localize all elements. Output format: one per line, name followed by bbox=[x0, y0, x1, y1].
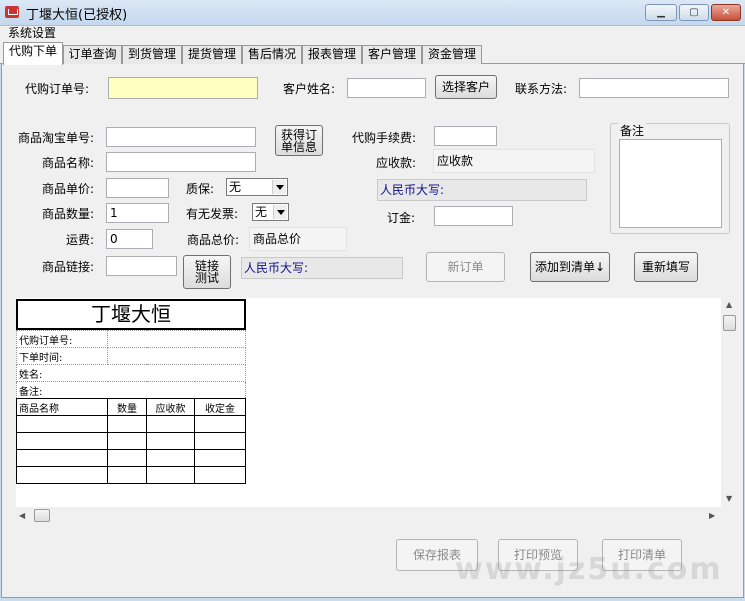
taobao-no-label: 商品淘宝单号: bbox=[18, 131, 95, 145]
get-order-info-label-1: 获得订 bbox=[280, 127, 317, 142]
select-customer-button[interactable]: 选择客户 bbox=[435, 75, 497, 99]
receipt-order-time: 下单时间: bbox=[16, 347, 108, 365]
warranty-value: 无 bbox=[229, 180, 242, 194]
scroll-down-icon[interactable]: ▼ bbox=[726, 494, 732, 503]
tab-order-query[interactable]: 订单查询 bbox=[63, 45, 122, 64]
maximize-button[interactable]: ▢ bbox=[679, 4, 709, 21]
receipt-col-product: 商品名称 bbox=[16, 398, 108, 416]
shipping-label: 运费: bbox=[66, 233, 95, 247]
order-entry-panel: 代购订单号: 客户姓名: 选择客户 联系方法: 商品淘宝单号: 获得订 单信息 … bbox=[1, 64, 744, 598]
add-to-list-button[interactable]: 添加到清单↓ bbox=[530, 252, 610, 282]
get-order-info-label-2: 单信息 bbox=[280, 139, 317, 154]
scroll-up-icon[interactable]: ▲ bbox=[726, 300, 732, 309]
unit-price-input[interactable] bbox=[106, 178, 169, 198]
quantity-label: 商品数量: bbox=[42, 207, 95, 221]
quantity-input[interactable]: 1 bbox=[106, 203, 169, 223]
table-row bbox=[16, 449, 246, 467]
service-fee-label: 代购手续费: bbox=[352, 131, 417, 145]
deposit-label: 订金: bbox=[387, 211, 416, 225]
vertical-scroll-thumb[interactable] bbox=[723, 315, 736, 331]
tab-strip: 代购下单 订单查询 到货管理 提货管理 售后情况 报表管理 客户管理 资金管理 bbox=[0, 42, 745, 65]
customer-name-label: 客户姓名: bbox=[283, 82, 336, 96]
total-price-field: 商品总价 bbox=[249, 227, 347, 251]
scroll-right-icon[interactable]: ▶ bbox=[709, 511, 715, 520]
tab-order-entry[interactable]: 代购下单 bbox=[3, 42, 63, 65]
warranty-label: 质保: bbox=[186, 182, 215, 196]
contact-input[interactable] bbox=[579, 78, 729, 98]
receipt-col-qty: 数量 bbox=[107, 398, 147, 416]
horizontal-scrollbar[interactable]: ◀ ▶ bbox=[16, 507, 721, 524]
chevron-down-icon bbox=[273, 205, 287, 219]
close-button[interactable]: ✕ bbox=[711, 4, 741, 21]
tab-after-sales[interactable]: 售后情况 bbox=[242, 45, 302, 64]
watermark: www.jz5u.com bbox=[455, 552, 723, 587]
receivable-field: 应收款 bbox=[433, 149, 595, 173]
receipt-order-no: 代购订单号: bbox=[16, 330, 108, 348]
link-input[interactable] bbox=[106, 256, 177, 276]
maximize-icon: ▢ bbox=[689, 7, 699, 18]
app-icon bbox=[5, 6, 19, 18]
menu-bar: 系统设置 bbox=[0, 26, 745, 42]
receipt-title: 丁堰大恒 bbox=[16, 299, 246, 330]
customer-name-input[interactable] bbox=[347, 78, 426, 98]
receipt-table: 丁堰大恒 代购订单号: 下单时间: 姓名: 备注: 商品名称 数量 应收款 收定… bbox=[16, 299, 246, 484]
scroll-left-icon[interactable]: ◀ bbox=[19, 511, 25, 520]
window-title: 丁堰大恒(已授权) bbox=[26, 8, 128, 23]
link-test-button[interactable]: 链接 测试 bbox=[183, 255, 231, 289]
tab-arrival[interactable]: 到货管理 bbox=[122, 45, 182, 64]
invoice-select[interactable]: 无 bbox=[252, 203, 289, 221]
reset-button[interactable]: 重新填写 bbox=[634, 252, 698, 282]
chevron-down-icon bbox=[272, 180, 286, 194]
rmb-upper-left: 人民币大写: bbox=[241, 257, 403, 279]
unit-price-label: 商品单价: bbox=[42, 182, 95, 196]
receipt-name: 姓名: bbox=[16, 364, 246, 382]
table-row bbox=[16, 432, 246, 450]
remark-label: 备注 bbox=[618, 122, 647, 139]
minimize-button[interactable]: ▁ bbox=[645, 4, 677, 21]
get-order-info-button[interactable]: 获得订 单信息 bbox=[275, 125, 323, 156]
link-label: 商品链接: bbox=[42, 260, 95, 274]
tab-reports[interactable]: 报表管理 bbox=[302, 45, 362, 64]
warranty-select[interactable]: 无 bbox=[226, 178, 288, 196]
service-fee-input[interactable] bbox=[434, 126, 497, 146]
tab-pickup[interactable]: 提货管理 bbox=[182, 45, 242, 64]
receipt-col-receivable: 应收款 bbox=[146, 398, 195, 416]
contact-label: 联系方法: bbox=[515, 82, 568, 96]
title-bar: 丁堰大恒(已授权) ▁ ▢ ✕ bbox=[0, 0, 745, 26]
link-test-label-2: 测试 bbox=[194, 271, 219, 285]
table-row bbox=[16, 415, 246, 433]
order-no-label: 代购订单号: bbox=[25, 82, 90, 96]
vertical-scrollbar[interactable]: ▲ ▼ bbox=[721, 298, 738, 507]
product-name-input[interactable] bbox=[106, 152, 256, 172]
invoice-value: 无 bbox=[255, 205, 268, 219]
new-order-button[interactable]: 新订单 bbox=[426, 252, 505, 282]
invoice-label: 有无发票: bbox=[186, 207, 239, 221]
receipt-remark: 备注: bbox=[16, 381, 246, 399]
remark-textarea[interactable] bbox=[619, 139, 722, 228]
receivable-label: 应收款: bbox=[376, 156, 417, 170]
close-icon: ✕ bbox=[721, 7, 731, 18]
order-no-input[interactable] bbox=[108, 77, 258, 99]
minimize-icon: ▁ bbox=[657, 7, 665, 18]
total-price-label: 商品总价: bbox=[187, 233, 240, 247]
menu-system-settings[interactable]: 系统设置 bbox=[8, 26, 56, 41]
horizontal-scroll-thumb[interactable] bbox=[34, 509, 50, 522]
table-row bbox=[16, 466, 246, 484]
receipt-col-deposit: 收定金 bbox=[194, 398, 246, 416]
rmb-upper-right: 人民币大写: bbox=[377, 179, 587, 201]
deposit-input[interactable] bbox=[434, 206, 513, 226]
shipping-input[interactable]: 0 bbox=[106, 229, 153, 249]
taobao-no-input[interactable] bbox=[106, 127, 256, 147]
tab-customers[interactable]: 客户管理 bbox=[362, 45, 422, 64]
product-name-label: 商品名称: bbox=[42, 156, 95, 170]
tab-funds[interactable]: 资金管理 bbox=[422, 45, 482, 64]
